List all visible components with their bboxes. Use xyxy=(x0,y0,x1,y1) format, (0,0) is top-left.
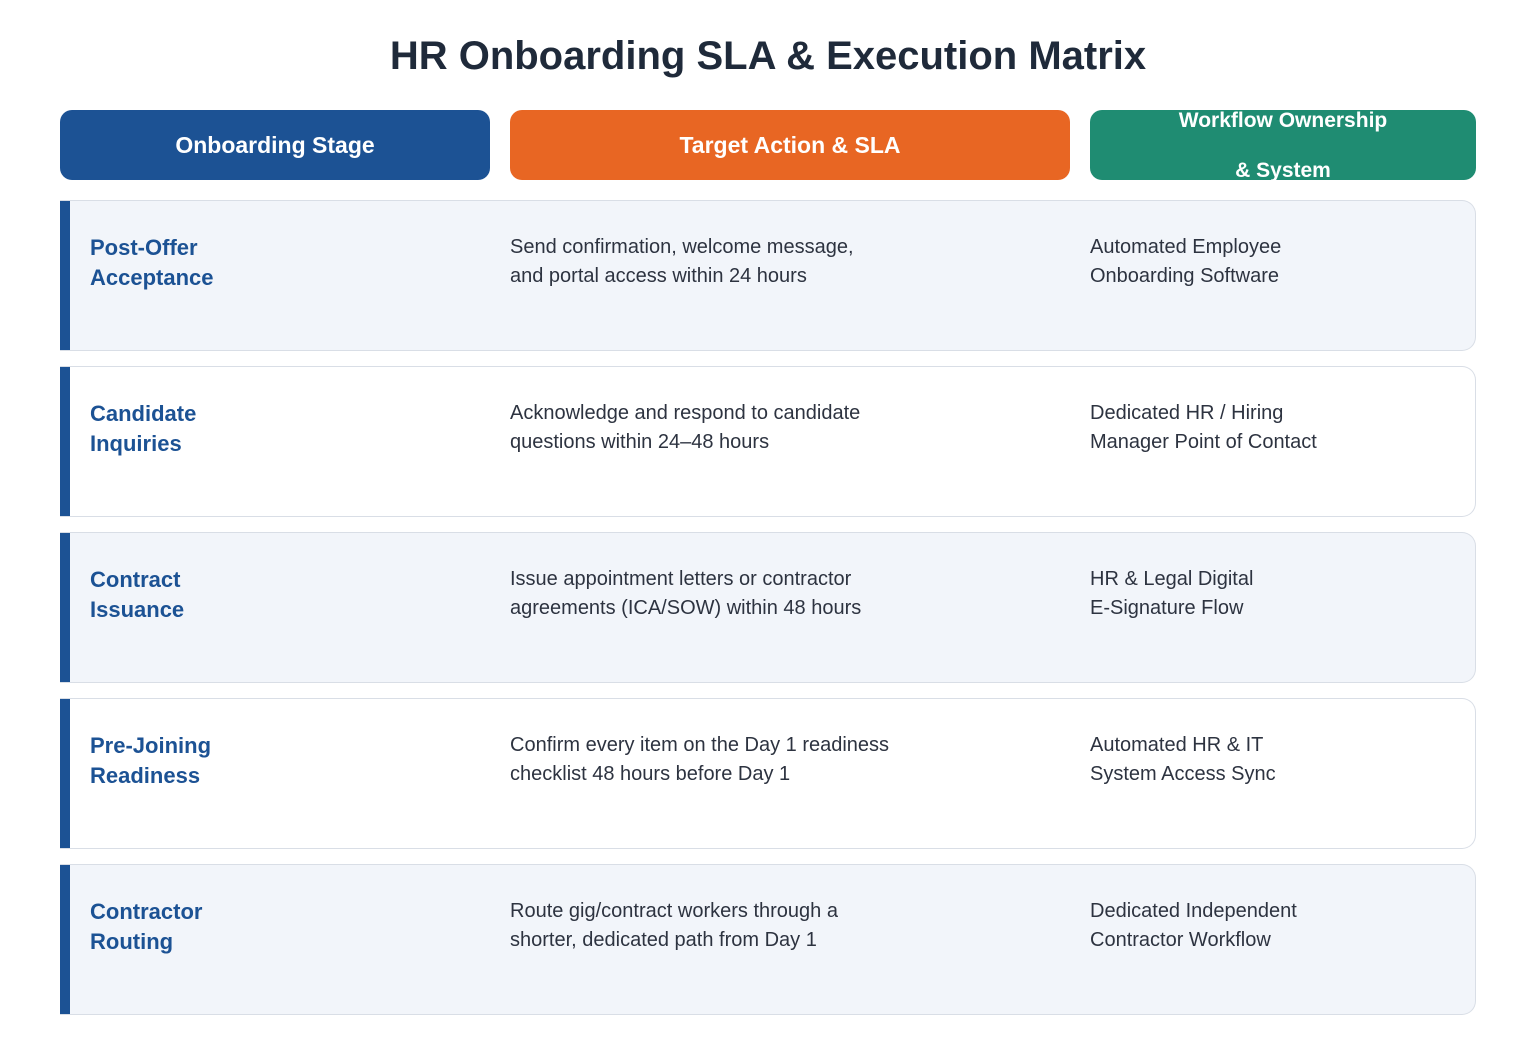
owner-cell: HR & Legal Digital E-Signature Flow xyxy=(1090,565,1430,623)
header-onboarding-stage: Onboarding Stage xyxy=(60,110,490,180)
stage-line: Readiness xyxy=(90,763,201,788)
action-line: agreements (ICA/SOW) within 48 hours xyxy=(510,597,862,619)
matrix-row-contractor-routing: Contractor Routing Route gig/contract wo… xyxy=(60,864,1476,1015)
page-title: HR Onboarding SLA & Execution Matrix xyxy=(389,34,1147,78)
action-line: Acknowledge and respond to candidate xyxy=(510,402,861,424)
stage-line: Routing xyxy=(90,929,174,954)
action-cell: Confirm every item on the Day 1 readines… xyxy=(510,731,930,789)
row-accent-bar xyxy=(60,699,70,848)
action-line: Issue appointment letters or contractor xyxy=(510,568,852,590)
stage-line: Post-Offer xyxy=(90,235,198,260)
owner-line: Onboarding Software xyxy=(1090,265,1280,287)
stage-line: Contractor xyxy=(90,899,203,924)
stage-line: Candidate xyxy=(90,401,197,426)
owner-line: Dedicated HR / Hiring xyxy=(1090,402,1284,424)
header-label-line: Target Action & SLA xyxy=(679,131,901,158)
stage-line: Issuance xyxy=(90,597,185,622)
stage-line: Acceptance xyxy=(90,265,214,290)
owner-cell: Dedicated Independent Contractor Workflo… xyxy=(1090,897,1430,955)
action-line: shorter, dedicated path from Day 1 xyxy=(510,929,817,951)
stage-line: Pre-Joining xyxy=(90,733,212,758)
action-line: and portal access within 24 hours xyxy=(510,265,807,287)
owner-line: HR & Legal Digital xyxy=(1090,568,1254,590)
owner-cell: Automated HR & IT System Access Sync xyxy=(1090,731,1430,789)
owner-line: Dedicated Independent xyxy=(1090,900,1297,922)
stage-cell: Candidate Inquiries xyxy=(90,399,290,459)
row-accent-bar xyxy=(60,533,70,682)
matrix-row-candidate-inquiries: Candidate Inquiries Acknowledge and resp… xyxy=(60,366,1476,517)
row-accent-bar xyxy=(60,201,70,350)
owner-cell: Dedicated HR / Hiring Manager Point of C… xyxy=(1090,399,1430,457)
header-label-line: Onboarding Stage xyxy=(175,131,375,158)
stage-cell: Post-Offer Acceptance xyxy=(90,233,290,293)
action-cell: Acknowledge and respond to candidate que… xyxy=(510,399,930,457)
header-label-line: & System xyxy=(1235,158,1331,182)
owner-line: Automated Employee xyxy=(1090,236,1282,258)
stage-line: Inquiries xyxy=(90,431,182,456)
action-line: Send confirmation, welcome message, xyxy=(510,236,854,258)
stage-cell: Contractor Routing xyxy=(90,897,290,957)
action-cell: Route gig/contract workers through a sho… xyxy=(510,897,930,955)
owner-line: Contractor Workflow xyxy=(1090,929,1271,951)
stage-line: Contract xyxy=(90,567,181,592)
matrix-row-post-offer-acceptance: Post-Offer Acceptance Send confirmation,… xyxy=(60,200,1476,351)
owner-line: Manager Point of Contact xyxy=(1090,431,1317,453)
header-workflow-ownership: Workflow Ownership & System xyxy=(1090,108,1476,182)
header-target-action-sla: Target Action & SLA xyxy=(510,110,1070,180)
matrix-row-contract-issuance: Contract Issuance Issue appointment lett… xyxy=(60,532,1476,683)
stage-cell: Pre-Joining Readiness xyxy=(90,731,290,791)
owner-cell: Automated Employee Onboarding Software xyxy=(1090,233,1430,291)
row-accent-bar xyxy=(60,865,70,1014)
action-cell: Send confirmation, welcome message, and … xyxy=(510,233,930,291)
matrix-row-pre-joining-readiness: Pre-Joining Readiness Confirm every item… xyxy=(60,698,1476,849)
action-line: questions within 24–48 hours xyxy=(510,431,770,453)
action-line: Route gig/contract workers through a xyxy=(510,900,838,922)
stage-cell: Contract Issuance xyxy=(90,565,290,625)
action-line: checklist 48 hours before Day 1 xyxy=(510,763,791,785)
action-cell: Issue appointment letters or contractor … xyxy=(510,565,930,623)
owner-line: System Access Sync xyxy=(1090,763,1276,785)
owner-line: E-Signature Flow xyxy=(1090,597,1244,619)
row-accent-bar xyxy=(60,367,70,516)
owner-line: Automated HR & IT xyxy=(1090,734,1264,756)
header-label-line: Workflow Ownership xyxy=(1178,108,1388,132)
action-line: Confirm every item on the Day 1 readines… xyxy=(510,734,890,756)
